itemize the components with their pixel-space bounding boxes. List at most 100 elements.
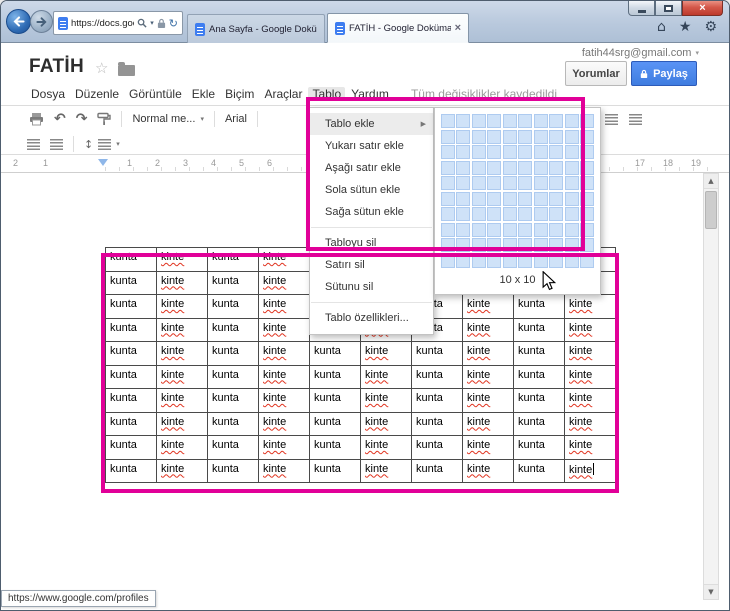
menu-item-4[interactable]: Sağa sütun ekle: [310, 201, 433, 223]
grid-cell[interactable]: [549, 238, 563, 252]
table-cell[interactable]: kinte: [565, 342, 616, 366]
table-cell[interactable]: kunta: [514, 295, 565, 319]
tab-ana-sayfa[interactable]: Ana Sayfa - Google Dokümanlar: [187, 14, 325, 43]
table-cell[interactable]: kunta: [310, 459, 361, 483]
minimize-button[interactable]: [628, 1, 655, 16]
menu-item-10[interactable]: Tablo özellikleri...: [310, 307, 433, 329]
table-cell[interactable]: kunta: [208, 436, 259, 460]
search-icon[interactable]: [137, 18, 147, 28]
grid-cell[interactable]: [534, 130, 548, 144]
grid-cell[interactable]: [456, 145, 470, 159]
table-cell[interactable]: kunta: [412, 412, 463, 436]
table-cell[interactable]: kunta: [208, 295, 259, 319]
table-cell[interactable]: kunta: [514, 412, 565, 436]
grid-cell[interactable]: [441, 176, 455, 190]
table-cell[interactable]: kinte: [157, 295, 208, 319]
grid-cell[interactable]: [487, 238, 501, 252]
grid-cell[interactable]: [472, 192, 486, 206]
grid-cell[interactable]: [565, 254, 579, 268]
increase-indent-icon[interactable]: [50, 139, 63, 150]
menu-görüntüle[interactable]: Görüntüle: [125, 87, 186, 101]
grid-cell[interactable]: [565, 161, 579, 175]
undo-icon[interactable]: ↶: [54, 111, 66, 127]
grid-cell[interactable]: [441, 238, 455, 252]
table-cell[interactable]: kinte: [361, 365, 412, 389]
menu-item-0[interactable]: Tablo ekle▶: [310, 113, 433, 135]
grid-cell[interactable]: [472, 254, 486, 268]
back-button[interactable]: [6, 9, 31, 34]
table-cell[interactable]: kunta: [310, 436, 361, 460]
redo-icon[interactable]: ↷: [76, 111, 88, 127]
grid-cell[interactable]: [456, 207, 470, 221]
grid-cell[interactable]: [580, 145, 594, 159]
grid-cell[interactable]: [487, 223, 501, 237]
grid-cell[interactable]: [487, 207, 501, 221]
table-cell[interactable]: kinte: [361, 389, 412, 413]
justify-icon[interactable]: [605, 114, 618, 125]
scroll-down-arrow-icon[interactable]: ▼: [704, 584, 718, 599]
grid-cell[interactable]: [441, 223, 455, 237]
grid-cell[interactable]: [518, 161, 532, 175]
grid-cell[interactable]: [580, 207, 594, 221]
menu-item-2[interactable]: Aşağı satır ekle: [310, 157, 433, 179]
table-cell[interactable]: kunta: [514, 389, 565, 413]
grid-cell[interactable]: [549, 192, 563, 206]
grid-cell[interactable]: [534, 145, 548, 159]
grid-cell[interactable]: [565, 130, 579, 144]
print-icon[interactable]: [29, 112, 44, 126]
table-cell[interactable]: kunta: [106, 271, 157, 295]
table-cell[interactable]: kinte: [463, 412, 514, 436]
grid-cell[interactable]: [580, 254, 594, 268]
table-cell[interactable]: kinte: [157, 271, 208, 295]
table-cell[interactable]: kinte: [157, 342, 208, 366]
table-cell[interactable]: kunta: [106, 436, 157, 460]
menu-item-7[interactable]: Satırı sil: [310, 254, 433, 276]
grid-cell[interactable]: [456, 114, 470, 128]
table-cell[interactable]: kinte: [259, 389, 310, 413]
grid-cell[interactable]: [518, 145, 532, 159]
grid-cell[interactable]: [441, 207, 455, 221]
grid-cell[interactable]: [565, 114, 579, 128]
table-cell[interactable]: kinte: [463, 318, 514, 342]
grid-cell[interactable]: [487, 192, 501, 206]
grid-cell[interactable]: [441, 192, 455, 206]
grid-cell[interactable]: [503, 207, 517, 221]
table-cell[interactable]: kinte: [463, 295, 514, 319]
menu-düzenle[interactable]: Düzenle: [71, 87, 123, 101]
table-cell[interactable]: kinte: [259, 342, 310, 366]
menu-yardım[interactable]: Yardım: [347, 87, 393, 101]
grid-cell[interactable]: [565, 238, 579, 252]
grid-cell[interactable]: [565, 207, 579, 221]
grid-cell[interactable]: [503, 238, 517, 252]
table-cell[interactable]: kunta: [106, 295, 157, 319]
grid-cell[interactable]: [534, 238, 548, 252]
scroll-up-arrow-icon[interactable]: ▲: [704, 174, 718, 189]
grid-cell[interactable]: [534, 223, 548, 237]
grid-cell[interactable]: [456, 176, 470, 190]
table-cell[interactable]: kinte: [565, 389, 616, 413]
grid-cell[interactable]: [549, 207, 563, 221]
refresh-icon[interactable]: ↻: [169, 18, 178, 29]
table-cell[interactable]: kunta: [310, 412, 361, 436]
table-cell[interactable]: kunta: [106, 248, 157, 272]
grid-cell[interactable]: [441, 254, 455, 268]
table-cell[interactable]: kinte: [565, 365, 616, 389]
table-cell[interactable]: kinte: [463, 365, 514, 389]
favorites-star-icon[interactable]: ★: [679, 19, 692, 35]
grid-cell[interactable]: [565, 145, 579, 159]
grid-cell[interactable]: [472, 223, 486, 237]
grid-cell[interactable]: [518, 207, 532, 221]
vertical-scrollbar[interactable]: ▲ ▼: [703, 173, 719, 600]
menu-item-8[interactable]: Sütunu sil: [310, 276, 433, 298]
table-cell[interactable]: kinte: [157, 412, 208, 436]
close-window-button[interactable]: ×: [682, 1, 723, 16]
grid-cell[interactable]: [472, 207, 486, 221]
menu-item-3[interactable]: Sola sütun ekle: [310, 179, 433, 201]
grid-cell[interactable]: [503, 223, 517, 237]
table-cell[interactable]: kinte: [157, 365, 208, 389]
grid-cell[interactable]: [580, 192, 594, 206]
scrollbar-thumb[interactable]: [705, 191, 717, 229]
grid-cell[interactable]: [534, 254, 548, 268]
table-cell[interactable]: kinte: [259, 459, 310, 483]
table-cell[interactable]: kunta: [208, 248, 259, 272]
